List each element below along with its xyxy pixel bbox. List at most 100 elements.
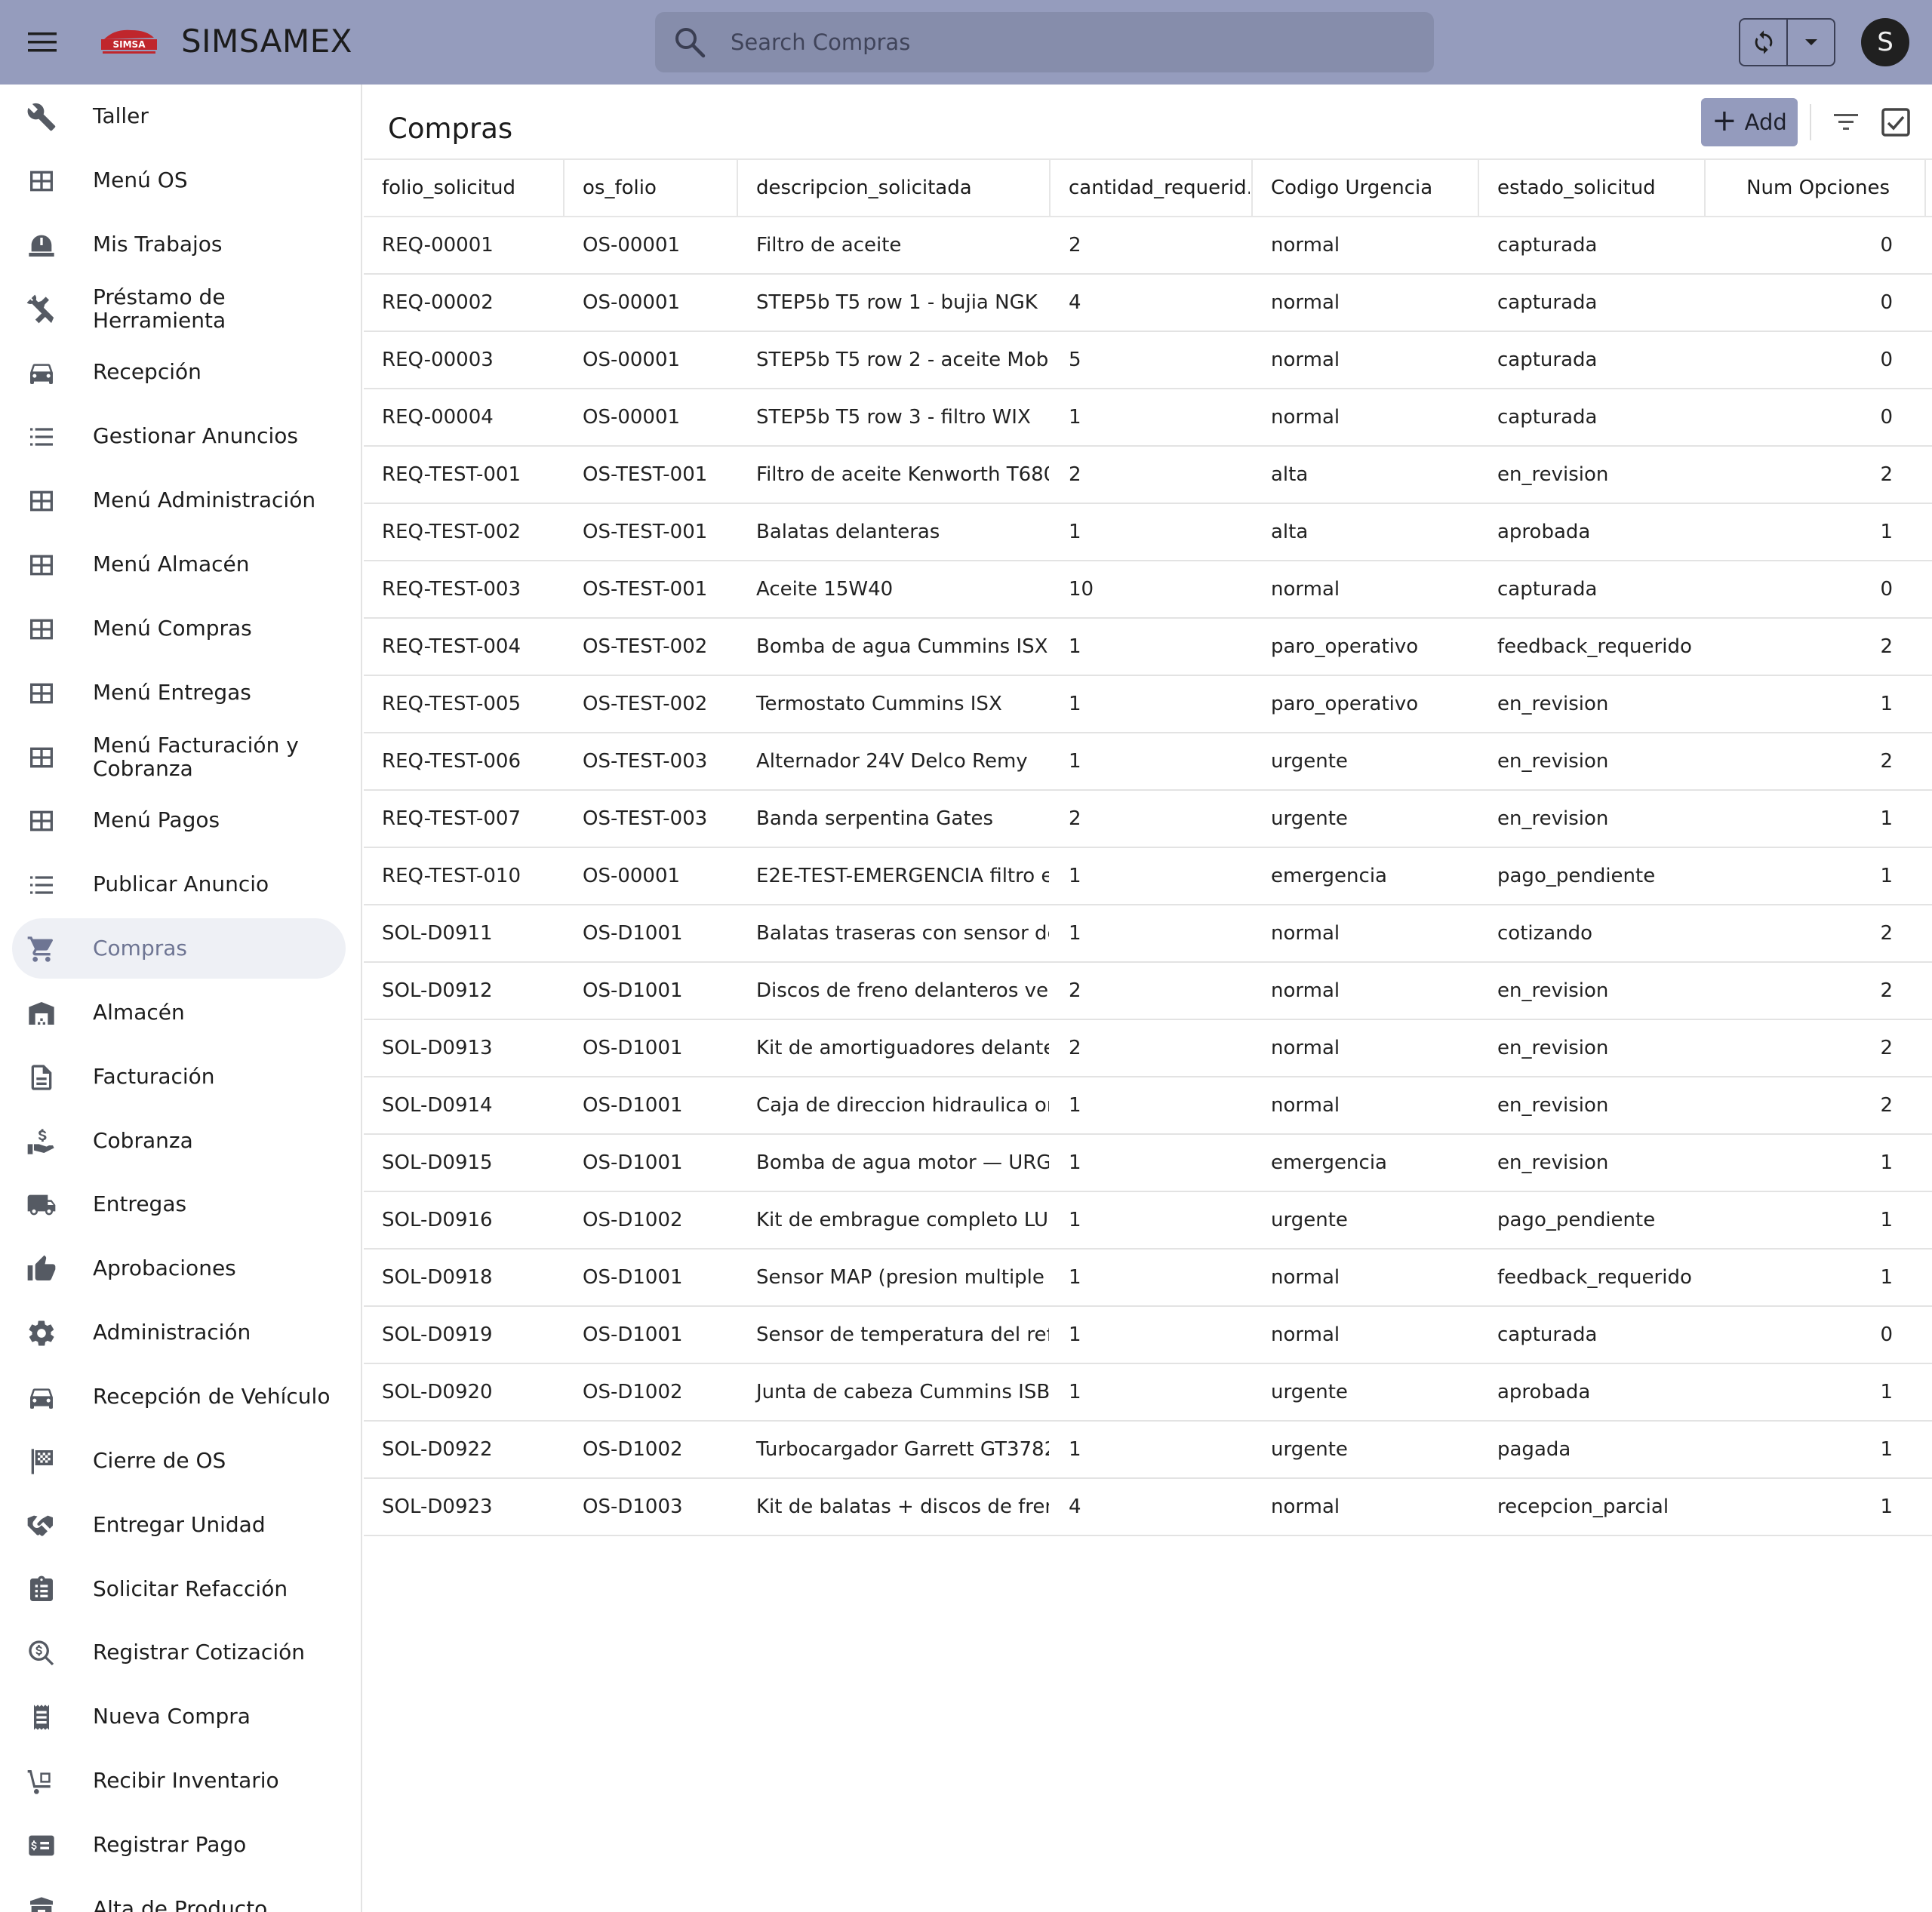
sidebar-item-label: Menú OS <box>93 167 188 192</box>
sidebar-item-recepcion-de-vehiculo[interactable]: Recepción de Vehículo <box>12 1366 346 1427</box>
sidebar-item-gestionar-anuncios[interactable]: Gestionar Anuncios <box>12 406 346 466</box>
sidebar-item-taller[interactable]: Taller <box>12 86 346 146</box>
col-num-opciones-header[interactable]: Num Opciones <box>1706 160 1923 216</box>
col-cantidad-requerida-cell: 1 <box>1069 635 1081 658</box>
col-codigo-urgencia-cell: normal <box>1271 979 1340 1002</box>
col-os-folio-header[interactable]: os_folio <box>565 160 737 216</box>
sidebar-item-entregar-unidad[interactable]: Entregar Unidad <box>12 1495 346 1555</box>
column-resize-handle[interactable] <box>1049 160 1051 216</box>
sidebar-item-aprobaciones[interactable]: Aprobaciones <box>12 1238 346 1299</box>
select-checkbox-icon[interactable] <box>1879 106 1912 139</box>
column-resize-handle[interactable] <box>1251 160 1253 216</box>
col-descripcion-solicitada-cell: Alternador 24V Delco Remy <box>756 750 1028 773</box>
table-row[interactable]: SOL-D0916 OS-D1002 Kit de embrague complet… <box>364 1192 1932 1250</box>
col-estado-solicitud-cell: en_revision <box>1497 463 1609 486</box>
sidebar-item-registrar-cotizacion[interactable]: Registrar Cotización <box>12 1622 346 1683</box>
sidebar-item-almacen[interactable]: Almacén <box>12 982 346 1043</box>
col-descripcion-solicitada-cell: Banda serpentina Gates <box>756 807 994 830</box>
sidebar-item-label: Registrar Pago <box>93 1831 247 1857</box>
col-estado-solicitud-header[interactable]: estado_solicitud <box>1479 160 1703 216</box>
sync-button[interactable] <box>1740 20 1788 65</box>
filter-icon[interactable] <box>1829 106 1863 139</box>
col-estado-solicitud-cell: capturada <box>1497 1323 1598 1346</box>
sidebar-item-entregas[interactable]: Entregas <box>12 1174 346 1234</box>
search-bar[interactable] <box>655 12 1434 72</box>
user-avatar[interactable]: S <box>1861 18 1909 66</box>
col-num-opciones-cell: 0 <box>1880 291 1893 314</box>
col-os-folio-cell: OS-TEST-001 <box>583 463 708 486</box>
table-row[interactable]: REQ-TEST-001 OS-TEST-001 Filtro de aceite … <box>364 447 1932 504</box>
table-row[interactable]: SOL-D0914 OS-D1001 Caja de direccion hidra… <box>364 1077 1932 1135</box>
col-num-opciones-cell: 1 <box>1880 693 1893 715</box>
sidebar-item-solicitar-refaccion[interactable]: Solicitar Refacción <box>12 1559 346 1619</box>
table-row[interactable]: REQ-00001 OS-00001 Filtro de aceite 2 normal… <box>364 217 1932 275</box>
table-body: REQ-00001 OS-00001 Filtro de aceite 2 normal… <box>364 217 1932 1536</box>
table-row[interactable]: SOL-D0919 OS-D1001 Sensor de temperatura d… <box>364 1307 1932 1364</box>
sidebar-item-menu-pagos[interactable]: Menú Pagos <box>12 790 346 850</box>
col-descripcion-solicitada-cell: Kit de embrague completo LUK... <box>756 1209 1049 1231</box>
hamburger-menu-icon[interactable] <box>23 23 63 62</box>
col-descripcion-solicitada-cell: Termostato Cummins ISX <box>756 693 1002 715</box>
list-icon <box>26 869 57 901</box>
column-resize-handle[interactable] <box>1478 160 1479 216</box>
table-row[interactable]: REQ-00002 OS-00001 STEP5b T5 row 1 - bujia… <box>364 275 1932 332</box>
col-num-opciones-cell: 1 <box>1880 865 1893 887</box>
col-cantidad-requerida-cell: 2 <box>1069 463 1081 486</box>
col-codigo-urgencia-header[interactable]: Codigo Urgencia <box>1253 160 1476 216</box>
col-num-opciones-cell: 0 <box>1880 578 1893 601</box>
col-folio-solicitud-cell: SOL-D0919 <box>382 1323 493 1346</box>
sidebar-item-administracion[interactable]: Administración <box>12 1302 346 1363</box>
sidebar-item-facturacion[interactable]: Facturación <box>12 1047 346 1107</box>
sidebar-item-prestamo-de-herramienta[interactable]: Préstamo de Herramienta <box>12 278 346 339</box>
column-resize-handle[interactable] <box>1704 160 1706 216</box>
table-row[interactable]: REQ-TEST-002 OS-TEST-001 Balatas delantera… <box>364 504 1932 561</box>
sidebar-item-mis-trabajos[interactable]: Mis Trabajos <box>12 214 346 275</box>
sidebar-item-menu-compras[interactable]: Menú Compras <box>12 598 346 659</box>
col-cantidad-requerida-cell: 10 <box>1069 578 1094 601</box>
caret-down-icon <box>1804 39 1817 45</box>
table-row[interactable]: REQ-00003 OS-00001 STEP5b T5 row 2 - aceit… <box>364 332 1932 389</box>
sidebar-item-cobranza[interactable]: Cobranza <box>12 1111 346 1171</box>
sync-dropdown-button[interactable] <box>1788 20 1834 65</box>
sidebar-item-publicar-anuncio[interactable]: Publicar Anuncio <box>12 854 346 915</box>
search-icon[interactable] <box>673 26 706 59</box>
sidebar-item-label: Menú Almacén <box>93 551 250 576</box>
sidebar-item-menu-facturacion-y-cobranza[interactable]: Menú Facturación y Cobranza <box>12 727 346 787</box>
table-row[interactable]: REQ-TEST-003 OS-TEST-001 Aceite 15W40 10 nor… <box>364 561 1932 619</box>
col-cantidad-requerida-cell: 1 <box>1069 922 1081 945</box>
table-row[interactable]: SOL-D0923 OS-D1003 Kit de balatas + discos… <box>364 1479 1932 1536</box>
sidebar-item-menu-almacen[interactable]: Menú Almacén <box>12 534 346 595</box>
column-resize-handle[interactable] <box>563 160 565 216</box>
sidebar-item-compras[interactable]: Compras <box>12 918 346 979</box>
table-row[interactable]: REQ-TEST-004 OS-TEST-002 Bomba de agua Cum… <box>364 619 1932 676</box>
sidebar-item-menu-entregas[interactable]: Menú Entregas <box>12 662 346 723</box>
sidebar-item-recepcion[interactable]: Recepción <box>12 342 346 402</box>
sidebar-item-alta-de-producto[interactable]: Alta de Producto <box>12 1879 346 1912</box>
table-row[interactable]: SOL-D0915 OS-D1001 Bomba de agua motor — U… <box>364 1135 1932 1192</box>
col-descripcion-solicitada-header[interactable]: descripcion_solicitada <box>738 160 1049 216</box>
table-row[interactable]: REQ-TEST-005 OS-TEST-002 Termostato Cummin… <box>364 676 1932 733</box>
sidebar-item-menu-os[interactable]: Menú OS <box>12 150 346 211</box>
sidebar-item-menu-administracion[interactable]: Menú Administración <box>12 470 346 530</box>
column-resize-handle[interactable] <box>737 160 738 216</box>
table-row[interactable]: SOL-D0918 OS-D1001 Sensor MAP (presion mul… <box>364 1250 1932 1307</box>
sidebar-item-cierre-de-os[interactable]: Cierre de OS <box>12 1431 346 1491</box>
table-row[interactable]: REQ-TEST-007 OS-TEST-003 Banda serpentina … <box>364 791 1932 848</box>
table-row[interactable]: REQ-TEST-010 OS-00001 E2E-TEST-EMERGENCIA … <box>364 848 1932 905</box>
table-row[interactable]: SOL-D0911 OS-D1001 Balatas traseras con se… <box>364 905 1932 963</box>
sidebar-item-registrar-pago[interactable]: Registrar Pago <box>12 1815 346 1875</box>
add-button[interactable]: + Add <box>1701 98 1798 146</box>
sidebar-item-recibir-inventario[interactable]: Recibir Inventario <box>12 1751 346 1811</box>
table-row[interactable]: SOL-D0912 OS-D1001 Discos de freno delante… <box>364 963 1932 1020</box>
search-input[interactable] <box>731 12 1410 72</box>
table-row[interactable]: SOL-D0922 OS-D1002 Turbocargador Garrett G… <box>364 1422 1932 1479</box>
col-folio-solicitud-cell: REQ-TEST-004 <box>382 635 521 658</box>
table-row[interactable]: SOL-D0920 OS-D1002 Junta de cabeza Cummins… <box>364 1364 1932 1422</box>
table-row[interactable]: SOL-D0913 OS-D1001 Kit de amortiguadores d… <box>364 1020 1932 1077</box>
sidebar-item-nueva-compra[interactable]: Nueva Compra <box>12 1686 346 1747</box>
column-resize-handle[interactable] <box>1924 160 1926 216</box>
table-row[interactable]: REQ-TEST-006 OS-TEST-003 Alternador 24V De… <box>364 733 1932 791</box>
col-cantidad-requerida-header[interactable]: cantidad_requerid... <box>1051 160 1250 216</box>
col-folio-solicitud-header[interactable]: folio_solicitud <box>364 160 561 216</box>
table-row[interactable]: REQ-00004 OS-00001 STEP5b T5 row 3 - filtr… <box>364 389 1932 447</box>
